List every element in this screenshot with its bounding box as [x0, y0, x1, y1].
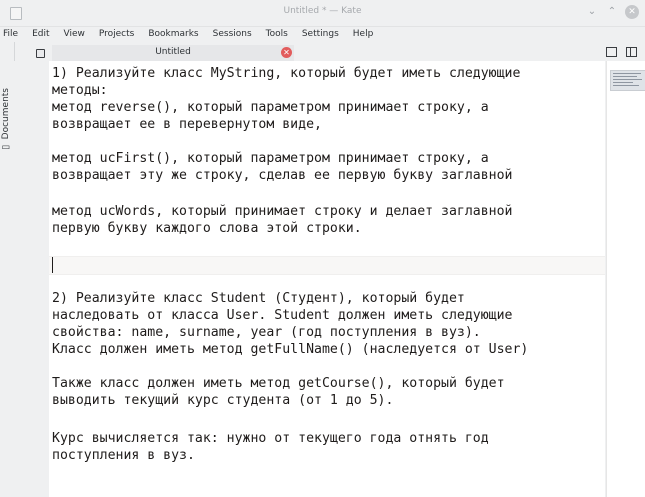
view-icons — [606, 47, 637, 57]
editor-line: Курс вычисляется так: нужно от текущего … — [52, 431, 489, 446]
menu-projects[interactable]: Projects — [92, 29, 141, 39]
menu-bar: File Edit View Projects Bookmarks Sessio… — [0, 26, 645, 42]
documents-sidebar-tab[interactable]: ▭ Documents — [1, 88, 13, 152]
minimap-text-line — [613, 85, 639, 86]
editor-gutter — [14, 61, 49, 497]
minimap-text-line — [613, 76, 637, 77]
minimize-button[interactable]: ⌄ — [585, 5, 599, 19]
editor-line: метод reverse(), который параметром прин… — [52, 100, 489, 115]
minimap[interactable] — [606, 61, 645, 497]
minimap-viewport[interactable] — [610, 70, 645, 91]
close-window-button[interactable]: ✕ — [625, 5, 639, 19]
text-cursor — [52, 257, 53, 273]
menu-view[interactable]: View — [57, 29, 92, 39]
editor-line: свойства: name, surname, year (год посту… — [52, 325, 481, 340]
menu-edit[interactable]: Edit — [25, 29, 56, 39]
minimap-text-line — [613, 73, 641, 74]
editor-line: выводить текущий курс студента (от 1 до … — [52, 393, 394, 408]
split-view-icon[interactable] — [606, 47, 617, 57]
editor-line: возвращает ее в перевернутом виде, — [52, 117, 322, 132]
menu-help[interactable]: Help — [346, 29, 381, 39]
title-bar: Untitled * — Kate ⌄ ⌃ ✕ — [0, 0, 645, 27]
left-sidebar: ▭ Documents — [0, 42, 15, 497]
documents-label: Documents — [1, 88, 11, 140]
editor-line: методы: — [52, 83, 108, 98]
document-list-icon: ▭ — [1, 139, 11, 153]
menu-sessions[interactable]: Sessions — [206, 29, 259, 39]
editor-line: поступления в вуз. — [52, 448, 195, 463]
editor-line: 1) Реализуйте класс MyString, который бу… — [52, 66, 521, 81]
editor-line: возвращает эту же строку, сделав ее перв… — [52, 168, 513, 183]
split-view-vertical-icon[interactable] — [626, 47, 637, 57]
window-title: Untitled * — Kate — [283, 6, 362, 16]
menu-file[interactable]: File — [0, 29, 25, 39]
editor-line: Класс должен иметь метод getFullName() (… — [52, 342, 529, 357]
document-icon — [36, 49, 45, 58]
menu-settings[interactable]: Settings — [295, 29, 346, 39]
editor-line: метод ucWords, который принимает строку … — [52, 204, 513, 219]
editor-line: наследовать от класса User. Student долж… — [52, 308, 513, 323]
text-editor[interactable]: 1) Реализуйте класс MyString, который бу… — [49, 61, 605, 497]
window-controls: ⌄ ⌃ ✕ — [585, 5, 639, 19]
minimap-text-line — [613, 82, 633, 83]
menu-tools[interactable]: Tools — [259, 29, 295, 39]
editor-line: метод ucFirst(), который параметром прин… — [52, 151, 489, 166]
editor-line: Также класс должен иметь метод getCourse… — [52, 376, 505, 391]
menu-bookmarks[interactable]: Bookmarks — [141, 29, 205, 39]
minimap-text-line — [613, 79, 642, 80]
tab-close-button[interactable]: ✕ — [281, 47, 292, 58]
editor-line: первую букву каждого слова этой строки. — [52, 221, 362, 236]
tab-bar: Untitled ✕ — [30, 45, 645, 63]
current-line-highlight — [49, 256, 605, 275]
maximize-button[interactable]: ⌃ — [605, 5, 619, 19]
editor-line: 2) Реализуйте класс Student (Студент), к… — [52, 291, 465, 306]
tab-label: Untitled — [155, 47, 191, 57]
